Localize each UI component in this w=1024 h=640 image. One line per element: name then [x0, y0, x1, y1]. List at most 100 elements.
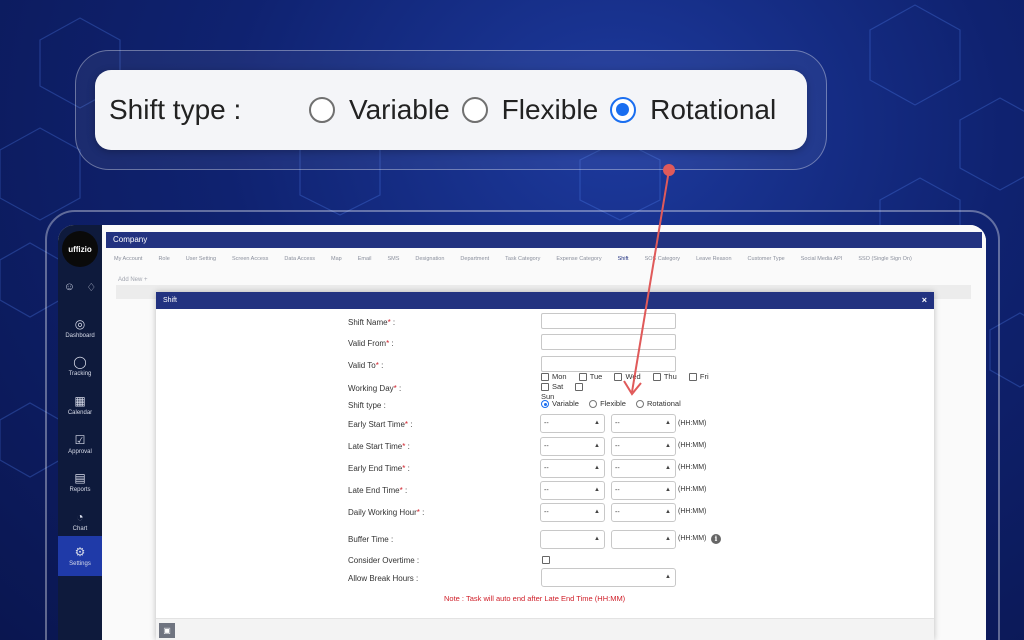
- main-content: Company My Account Role User Setting Scr…: [102, 225, 986, 640]
- label-shift-name: Shift Name* :: [348, 318, 396, 327]
- sidebar-item-reports[interactable]: ▤ Reports: [58, 463, 102, 501]
- tab-email[interactable]: Email: [350, 256, 380, 262]
- shift-type-rotational[interactable]: Rotational: [636, 399, 685, 409]
- sidebar: uffizio ☺ ♢ ◎ Dashboard ◯ Tracking ▦ Cal…: [58, 225, 102, 640]
- callout-label: Shift type :: [109, 94, 242, 125]
- tab-sso[interactable]: SSO (Single Sign On): [850, 256, 920, 262]
- app-window: uffizio ☺ ♢ ◎ Dashboard ◯ Tracking ▦ Cal…: [58, 225, 986, 640]
- label-daily-working-hour: Daily Working Hour* :: [348, 508, 425, 517]
- late-end-minute-select[interactable]: -- ▲: [611, 481, 676, 500]
- sidebar-item-calendar[interactable]: ▦ Calendar: [58, 386, 102, 424]
- tab-department[interactable]: Department: [452, 256, 497, 262]
- add-new-button[interactable]: Add New +: [118, 277, 148, 283]
- shift-type-radios: Variable Flexible Rotational: [541, 399, 689, 409]
- label-buffer-time: Buffer Time :: [348, 535, 394, 544]
- daily-hour-select[interactable]: -- ▲: [540, 503, 605, 522]
- user-icon[interactable]: ☺: [64, 281, 75, 294]
- label-late-end: Late End Time* :: [348, 486, 408, 495]
- pin-icon: ◯: [73, 354, 87, 369]
- late-start-minute-select[interactable]: -- ▲: [611, 437, 676, 456]
- buffer-hour-select[interactable]: ▲: [540, 530, 605, 549]
- tab-user-setting[interactable]: User Setting: [178, 256, 224, 262]
- shift-modal: Shift × Shift Name* : Valid From* : Vali…: [156, 292, 934, 640]
- day-mon[interactable]: Mon: [541, 372, 572, 382]
- gear-icon: ⚙: [74, 544, 86, 559]
- early-end-hour-select[interactable]: -- ▲: [540, 459, 605, 478]
- tab-customer-type[interactable]: Customer Type: [740, 256, 793, 262]
- label-early-start: Early Start Time* :: [348, 420, 413, 429]
- gauge-icon: ◎: [74, 316, 86, 331]
- shift-type-variable[interactable]: Variable: [541, 399, 583, 409]
- sidebar-item-label: Tracking: [68, 370, 92, 377]
- valid-from-input[interactable]: [541, 334, 676, 350]
- tab-shift[interactable]: Shift: [610, 256, 637, 262]
- late-end-hour-select[interactable]: -- ▲: [540, 481, 605, 500]
- radio-flexible[interactable]: [461, 97, 488, 123]
- save-icon: ▣: [163, 626, 171, 635]
- radio-variable[interactable]: [309, 97, 335, 123]
- tab-map[interactable]: Map: [323, 256, 350, 262]
- sidebar-item-label: Calendar: [67, 409, 93, 416]
- day-sun-checkbox[interactable]: [575, 383, 584, 392]
- tab-expense-category[interactable]: Expense Category: [548, 256, 609, 262]
- tab-sms[interactable]: SMS: [379, 256, 407, 262]
- early-start-minute-select[interactable]: -- ▲: [611, 414, 676, 433]
- save-button[interactable]: ▣: [159, 623, 175, 638]
- late-start-hour-select[interactable]: -- ▲: [540, 437, 605, 456]
- unit-label: (HH:MM): [678, 486, 707, 493]
- shift-type-flexible[interactable]: Flexible: [589, 399, 630, 409]
- early-end-minute-select[interactable]: -- ▲: [611, 459, 676, 478]
- label-valid-from: Valid From* :: [348, 339, 394, 348]
- sidebar-item-label: Reports: [69, 486, 91, 493]
- settings-tabs: My Account Role User Setting Screen Acce…: [106, 251, 982, 267]
- zoom-callout: Shift type : Variable Flexible Rotationa…: [95, 70, 807, 150]
- tab-data-access[interactable]: Data Access: [276, 256, 323, 262]
- day-fri[interactable]: Fri: [688, 372, 714, 382]
- tab-designation[interactable]: Designation: [407, 256, 452, 262]
- buffer-minute-select[interactable]: ▲: [611, 530, 676, 549]
- shift-name-input[interactable]: [541, 313, 676, 329]
- app-logo: uffizio: [62, 231, 98, 267]
- callout-option-variable[interactable]: Variable: [309, 94, 450, 126]
- sidebar-item-settings[interactable]: ⚙ Settings: [58, 536, 102, 576]
- tab-task-category[interactable]: Task Category: [497, 256, 548, 262]
- sidebar-item-label: Settings: [69, 560, 91, 567]
- approval-icon: ☑: [74, 432, 86, 447]
- callout-option-flexible[interactable]: Flexible: [461, 94, 599, 126]
- callout-option-rotational[interactable]: Rotational: [610, 94, 776, 126]
- info-icon[interactable]: i: [711, 534, 721, 544]
- tab-screen-access[interactable]: Screen Access: [224, 256, 276, 262]
- break-hours-select[interactable]: ▲: [541, 568, 676, 587]
- modal-header: Shift ×: [156, 292, 934, 309]
- unit-label: (HH:MM): [678, 420, 707, 427]
- chart-icon: ◔: [76, 509, 84, 524]
- modal-footer: ▣: [156, 618, 934, 640]
- unit-label: (HH:MM): [678, 535, 707, 542]
- close-icon[interactable]: ×: [922, 292, 927, 309]
- unit-label: (HH:MM): [678, 508, 707, 515]
- label-late-start: Late Start Time* :: [348, 442, 410, 451]
- unit-label: (HH:MM): [678, 464, 707, 471]
- sidebar-item-dashboard[interactable]: ◎ Dashboard: [58, 309, 102, 347]
- day-wed[interactable]: Wed: [614, 372, 645, 382]
- sidebar-item-tracking[interactable]: ◯ Tracking: [58, 347, 102, 385]
- sidebar-item-chart[interactable]: ◔ Chart: [58, 502, 102, 540]
- tab-my-account[interactable]: My Account: [106, 256, 150, 262]
- label-working-day: Working Day* :: [348, 384, 402, 393]
- overtime-checkbox[interactable]: [542, 556, 550, 564]
- sidebar-item-approval[interactable]: ☑ Approval: [58, 425, 102, 463]
- radio-rotational[interactable]: [610, 97, 637, 123]
- tab-role[interactable]: Role: [150, 256, 177, 262]
- bell-icon[interactable]: ♢: [86, 281, 96, 294]
- tab-social-media-api[interactable]: Social Media API: [793, 256, 851, 262]
- callout-option-label: Flexible: [501, 94, 599, 125]
- tab-leave-reason[interactable]: Leave Reason: [688, 256, 739, 262]
- daily-minute-select[interactable]: -- ▲: [611, 503, 676, 522]
- day-tue[interactable]: Tue: [578, 372, 608, 382]
- working-day-checkboxes: Mon Tue Wed Thu Fri Sat Sun: [541, 372, 731, 402]
- valid-to-input[interactable]: [541, 356, 676, 372]
- day-thu[interactable]: Thu: [652, 372, 682, 382]
- tab-sos-category[interactable]: SOS Category: [637, 256, 688, 262]
- day-sat[interactable]: Sat: [541, 382, 568, 392]
- early-start-hour-select[interactable]: -- ▲: [540, 414, 605, 433]
